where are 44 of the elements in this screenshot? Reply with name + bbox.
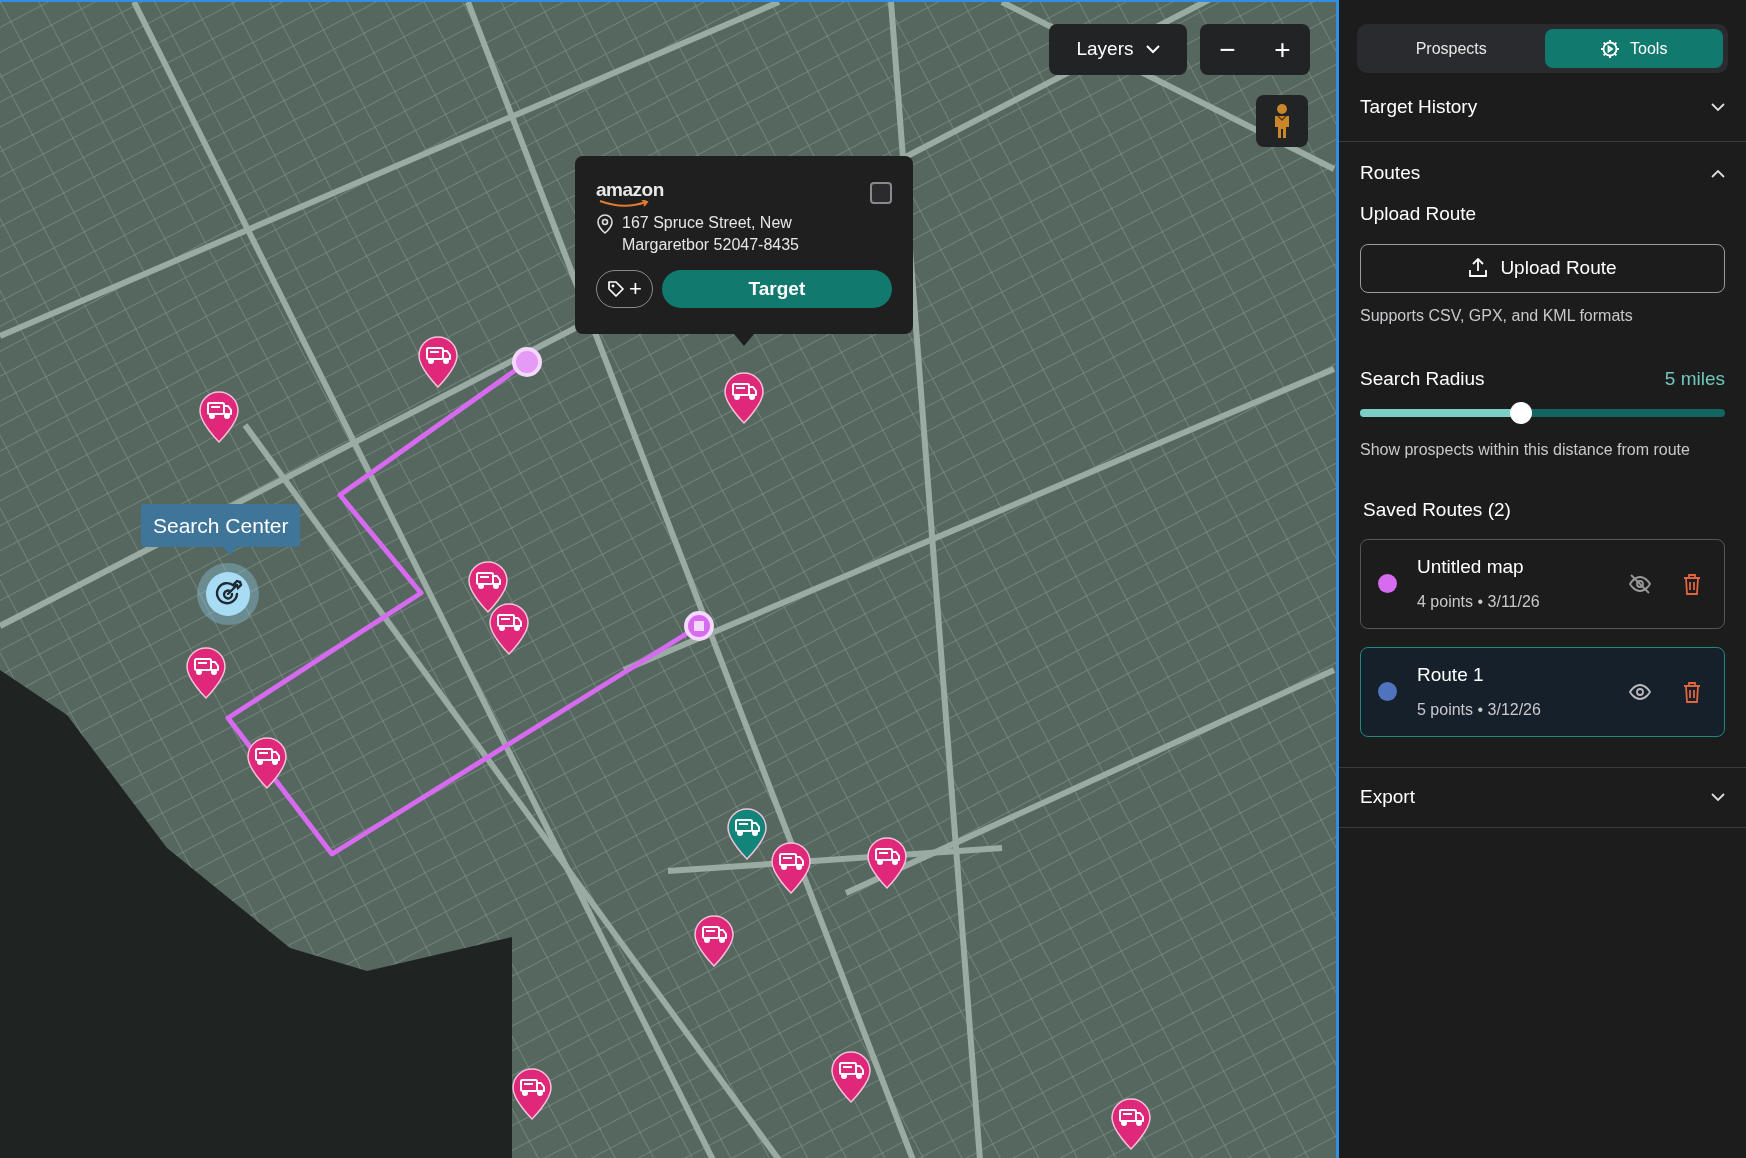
saved-routes-heading: Saved Routes (2) <box>1363 498 1512 522</box>
map-pin[interactable] <box>510 1067 554 1121</box>
trash-icon[interactable] <box>1682 680 1702 703</box>
upload-icon <box>1468 258 1489 278</box>
location-pin-icon <box>596 214 614 234</box>
trash-icon[interactable] <box>1682 572 1702 595</box>
chevron-down-icon <box>1711 102 1725 112</box>
radius-slider[interactable] <box>1360 402 1725 424</box>
search-center-target-icon[interactable] <box>196 562 260 626</box>
route-meta: 5 points • 3/12/26 <box>1417 699 1542 720</box>
label-pointer <box>223 547 237 555</box>
hint-text: Show prospects within this distance from route <box>1360 440 1691 460</box>
upload-route-heading: Upload Route <box>1360 202 1478 226</box>
select-checkbox[interactable] <box>870 182 892 204</box>
chevron-down-icon <box>1145 45 1160 54</box>
section-header[interactable]: Routes <box>1339 142 1746 202</box>
route-name: Untitled map <box>1417 555 1525 580</box>
section-header[interactable]: Target History <box>1339 73 1746 141</box>
radius-value: 5 miles <box>1664 366 1725 391</box>
address-text: 167 Spruce Street, New Margaretbor 52047-8435 <box>622 213 800 255</box>
slider-thumb[interactable] <box>1509 402 1532 424</box>
search-center-label: Search Center <box>141 504 301 547</box>
target-button[interactable]: Target <box>661 270 892 308</box>
person-icon <box>1272 103 1292 139</box>
route-meta: 4 points • 3/11/26 <box>1417 591 1541 612</box>
search-radius-label: Search Radius <box>1360 366 1485 391</box>
tab[interactable]: Prospects <box>1362 29 1541 68</box>
tag-icon <box>607 280 625 298</box>
chevron-down-icon <box>1711 792 1725 802</box>
route-card[interactable]: Route 1 5 points • 3/12/26 <box>1360 646 1725 737</box>
brand-logo: amazon <box>596 180 664 208</box>
hint-text: Supports CSV, GPX, and KML formats <box>1360 305 1634 326</box>
section-header[interactable]: Export <box>1339 767 1746 827</box>
zoom-in-button[interactable]: + <box>1266 35 1299 64</box>
tab[interactable]: Tools <box>1544 29 1723 68</box>
eye-off-icon[interactable] <box>1628 571 1652 596</box>
zoom-out-button[interactable]: − <box>1211 35 1244 64</box>
route-card[interactable]: Untitled map 4 points • 3/11/26 <box>1360 538 1725 629</box>
layers-dropdown[interactable]: Layers <box>1049 24 1187 75</box>
chevron-up-icon <box>1711 168 1725 178</box>
gear-icon <box>1600 38 1621 59</box>
route-name: Route 1 <box>1417 663 1485 688</box>
street-view-button[interactable] <box>1256 95 1308 147</box>
upload-route-button[interactable]: Upload Route <box>1360 243 1725 293</box>
